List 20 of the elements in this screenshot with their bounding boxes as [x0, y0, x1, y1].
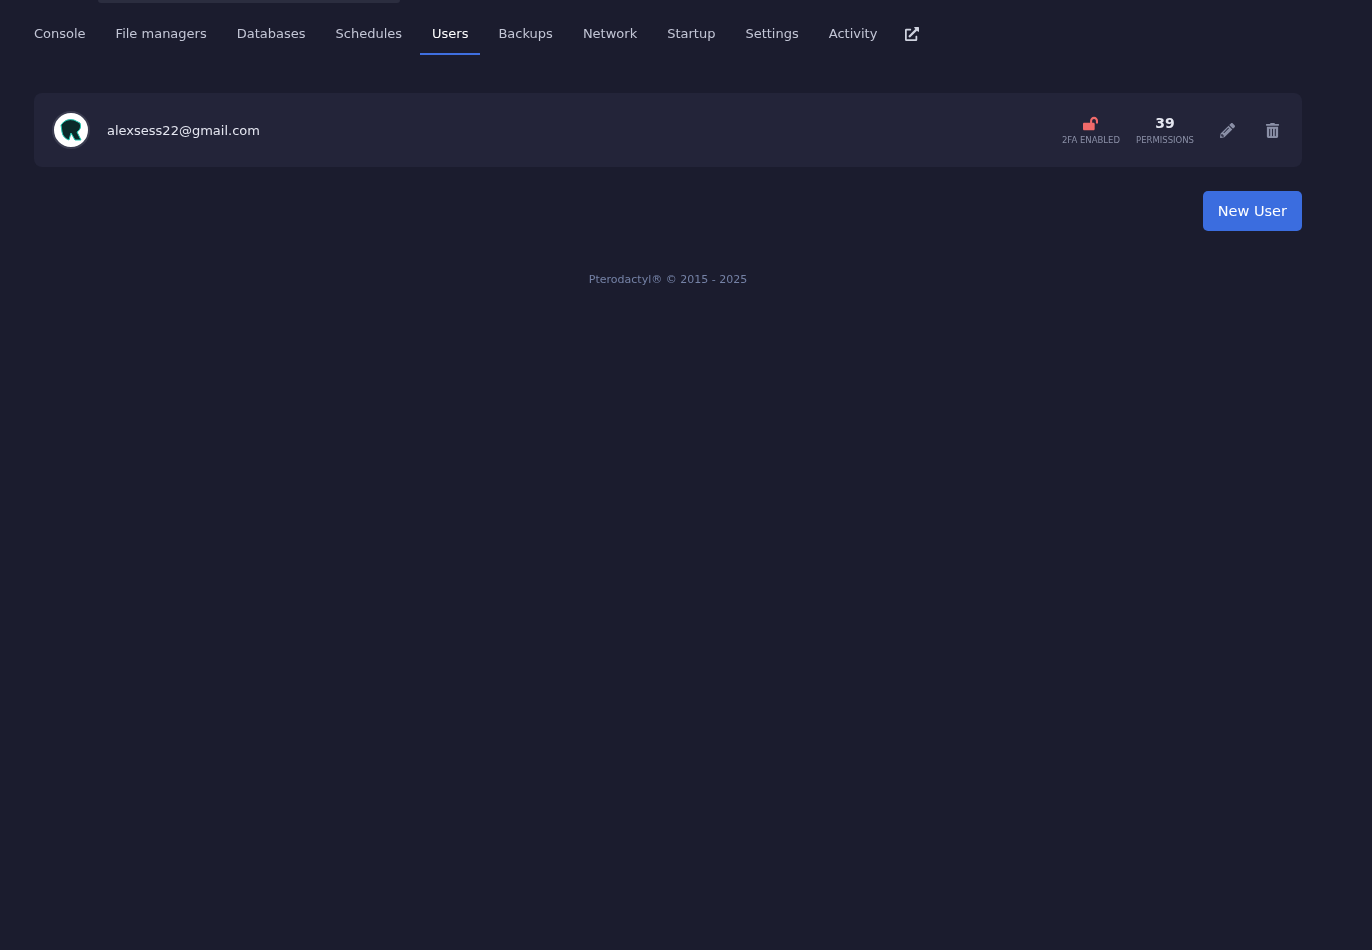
user-email: alexsess22@gmail.com	[107, 122, 261, 138]
pencil-icon	[1220, 122, 1235, 138]
unlocked-lock-icon	[1083, 115, 1099, 131]
nav-tab[interactable]: Users	[420, 24, 481, 55]
nav-tab[interactable]: Network	[570, 24, 650, 55]
new-user-button[interactable]: New User	[1202, 191, 1302, 231]
trash-icon	[1265, 122, 1280, 138]
permissions-label: PERMISSIONS	[1136, 135, 1194, 145]
footer-text: Pterodactyl® © 2015 - 2025	[587, 273, 749, 286]
avatar-icon	[52, 111, 90, 149]
permissions-count: 39	[1155, 115, 1175, 131]
nav-tab[interactable]: Backups	[486, 24, 565, 55]
nav-tab[interactable]: Startup	[655, 24, 728, 55]
two-factor-label: 2FA ENABLED	[1061, 134, 1120, 145]
nav-tab[interactable]: Settings	[733, 24, 811, 55]
nav-tab[interactable]: File managers	[103, 24, 219, 55]
nav-tab[interactable]: Schedules	[323, 24, 415, 55]
nav-tab[interactable]: Databases	[224, 24, 318, 55]
nav-tab[interactable]: Activity	[816, 24, 890, 55]
nav-tab[interactable]: Console	[22, 24, 98, 55]
